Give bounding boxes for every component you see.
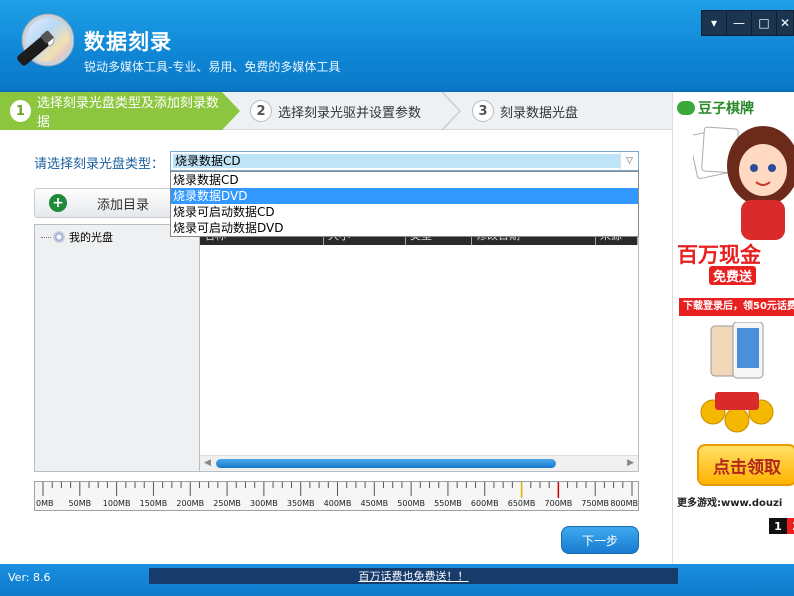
- file-list-panel: 名称 大小 类型 修改日期 来源 ◀ ▶: [199, 224, 639, 472]
- tree-item-my-disc[interactable]: 我的光盘: [41, 229, 113, 245]
- ruler-label: 300MB: [250, 499, 278, 508]
- app-title: 数据刻录: [84, 30, 172, 54]
- ruler-label: 150MB: [139, 499, 168, 508]
- ad-page-1[interactable]: 1: [769, 518, 787, 534]
- ad-brand: 豆子棋牌: [677, 98, 754, 118]
- ruler-label: 250MB: [213, 499, 241, 508]
- maximize-icon[interactable]: □: [752, 11, 777, 35]
- brand-logo-icon: [677, 101, 695, 115]
- dropdown-option[interactable]: 烧录可启动数据CD: [171, 204, 638, 220]
- ruler-label: 0MB: [36, 499, 54, 508]
- ad-promo-title: 百万现金: [677, 243, 761, 267]
- disc-burn-logo-icon: [17, 13, 74, 67]
- dropdown-option[interactable]: 烧录数据DVD: [171, 188, 638, 204]
- disc-type-dropdown: 烧录数据CD 烧录数据DVD 烧录可启动数据CD 烧录可启动数据DVD: [170, 171, 639, 237]
- step-label: 刻录数据光盘: [500, 105, 579, 121]
- ad-panel[interactable]: 豆子棋牌 百万现金 免费送 下载登录后，领50元话费 点击领取 更多游戏:www…: [672, 92, 794, 564]
- window-controls: ▾ — □ ✕: [701, 10, 794, 36]
- step-label: 选择刻录光驱并设置参数: [278, 105, 422, 121]
- step-number: 2: [250, 100, 272, 122]
- ruler-label: 650MB: [507, 499, 536, 508]
- step-number: 3: [472, 100, 494, 122]
- disc-icon: [53, 231, 65, 243]
- ruler-label: 750MB: [581, 499, 610, 508]
- ruler-ticks: [42, 482, 633, 498]
- step-arrow-icon: [441, 92, 462, 130]
- chevron-down-icon[interactable]: ▽: [620, 152, 638, 170]
- ruler-label: 50MB: [68, 499, 92, 508]
- dropdown-menu-icon[interactable]: ▾: [702, 11, 727, 35]
- ruler-label: 450MB: [360, 499, 389, 508]
- step-2: 2 选择刻录光驱并设置参数: [250, 92, 421, 130]
- ruler-labels: 0MB 50MB 100MB 150MB 200MB 250MB 300MB 350MB 400…: [35, 499, 640, 511]
- ruler-label: 550MB: [434, 499, 462, 508]
- version-label: Ver: 8.6: [8, 571, 51, 584]
- disc-type-label: 请选择刻录光盘类型：: [34, 157, 165, 172]
- phones-and-coins-icon: [700, 322, 774, 433]
- cartoon-girl-icon: [693, 126, 794, 240]
- step-number: 1: [10, 100, 31, 122]
- scrollbar-thumb[interactable]: [216, 459, 556, 468]
- capacity-ruler: 0MB 50MB 100MB 150MB 200MB 250MB 300MB 350MB 400…: [34, 481, 639, 511]
- ruler-label: 800MB: [610, 499, 638, 508]
- disc-tree-panel: 我的光盘: [34, 224, 200, 472]
- minimize-icon[interactable]: —: [727, 11, 752, 35]
- disc-type-selected-value: 烧录数据CD: [173, 154, 620, 168]
- status-bar: Ver: 8.6 百万话费也免费送！！: [0, 564, 794, 596]
- ruler-label: 200MB: [176, 499, 205, 508]
- ruler-label: 400MB: [323, 499, 352, 508]
- ruler-label: 100MB: [102, 499, 131, 508]
- ad-strip: 下载登录后，领50元话费: [679, 298, 794, 316]
- dropdown-option[interactable]: 烧录可启动数据DVD: [171, 220, 638, 236]
- ruler-label: 600MB: [470, 499, 499, 508]
- footer-promo-link[interactable]: 百万话费也免费送！！: [359, 568, 469, 584]
- claim-button[interactable]: 点击领取: [697, 444, 794, 486]
- dropdown-option[interactable]: 烧录数据CD: [171, 172, 638, 188]
- ad-page-2[interactable]: 2: [787, 518, 794, 534]
- ad-pager: 1 2: [769, 518, 794, 534]
- step-label: 选择刻录光盘类型及添加刻录数据: [36, 96, 219, 130]
- ad-more-games-link[interactable]: 更多游戏:www.douzi: [677, 494, 782, 509]
- app-subtitle: 锐动多媒体工具-专业、易用、免费的多媒体工具: [84, 60, 341, 74]
- horizontal-scrollbar[interactable]: ◀ ▶: [200, 455, 638, 471]
- next-step-button[interactable]: 下一步: [561, 526, 639, 554]
- footer-banner[interactable]: 百万话费也免费送！！: [149, 568, 678, 584]
- ad-promo-subtitle: 免费送: [709, 266, 757, 285]
- step-arrow-icon: [222, 92, 240, 130]
- ruler-label: 500MB: [397, 499, 425, 508]
- ad-brand-label: 豆子棋牌: [698, 101, 754, 117]
- scroll-right-icon[interactable]: ▶: [627, 458, 634, 468]
- scroll-left-icon[interactable]: ◀: [204, 458, 211, 468]
- close-icon[interactable]: ✕: [777, 11, 793, 35]
- tree-item-label: 我的光盘: [69, 231, 113, 244]
- tree-connector: [41, 236, 51, 238]
- title-bar: 数据刻录 锐动多媒体工具-专业、易用、免费的多媒体工具 ▾ — □ ✕: [0, 0, 794, 92]
- ruler-label: 350MB: [286, 499, 315, 508]
- ruler-label: 700MB: [544, 499, 573, 508]
- wizard-steps: 1 选择刻录光盘类型及添加刻录数据 2 选择刻录光驱并设置参数 3 刻录数据光盘: [0, 92, 672, 130]
- step-1: 1 选择刻录光盘类型及添加刻录数据: [0, 92, 222, 130]
- step-3: 3 刻录数据光盘: [472, 92, 578, 130]
- plus-icon: +: [49, 194, 67, 212]
- disc-type-select[interactable]: 烧录数据CD ▽: [170, 151, 639, 171]
- add-directory-label: 添加目录: [97, 197, 150, 213]
